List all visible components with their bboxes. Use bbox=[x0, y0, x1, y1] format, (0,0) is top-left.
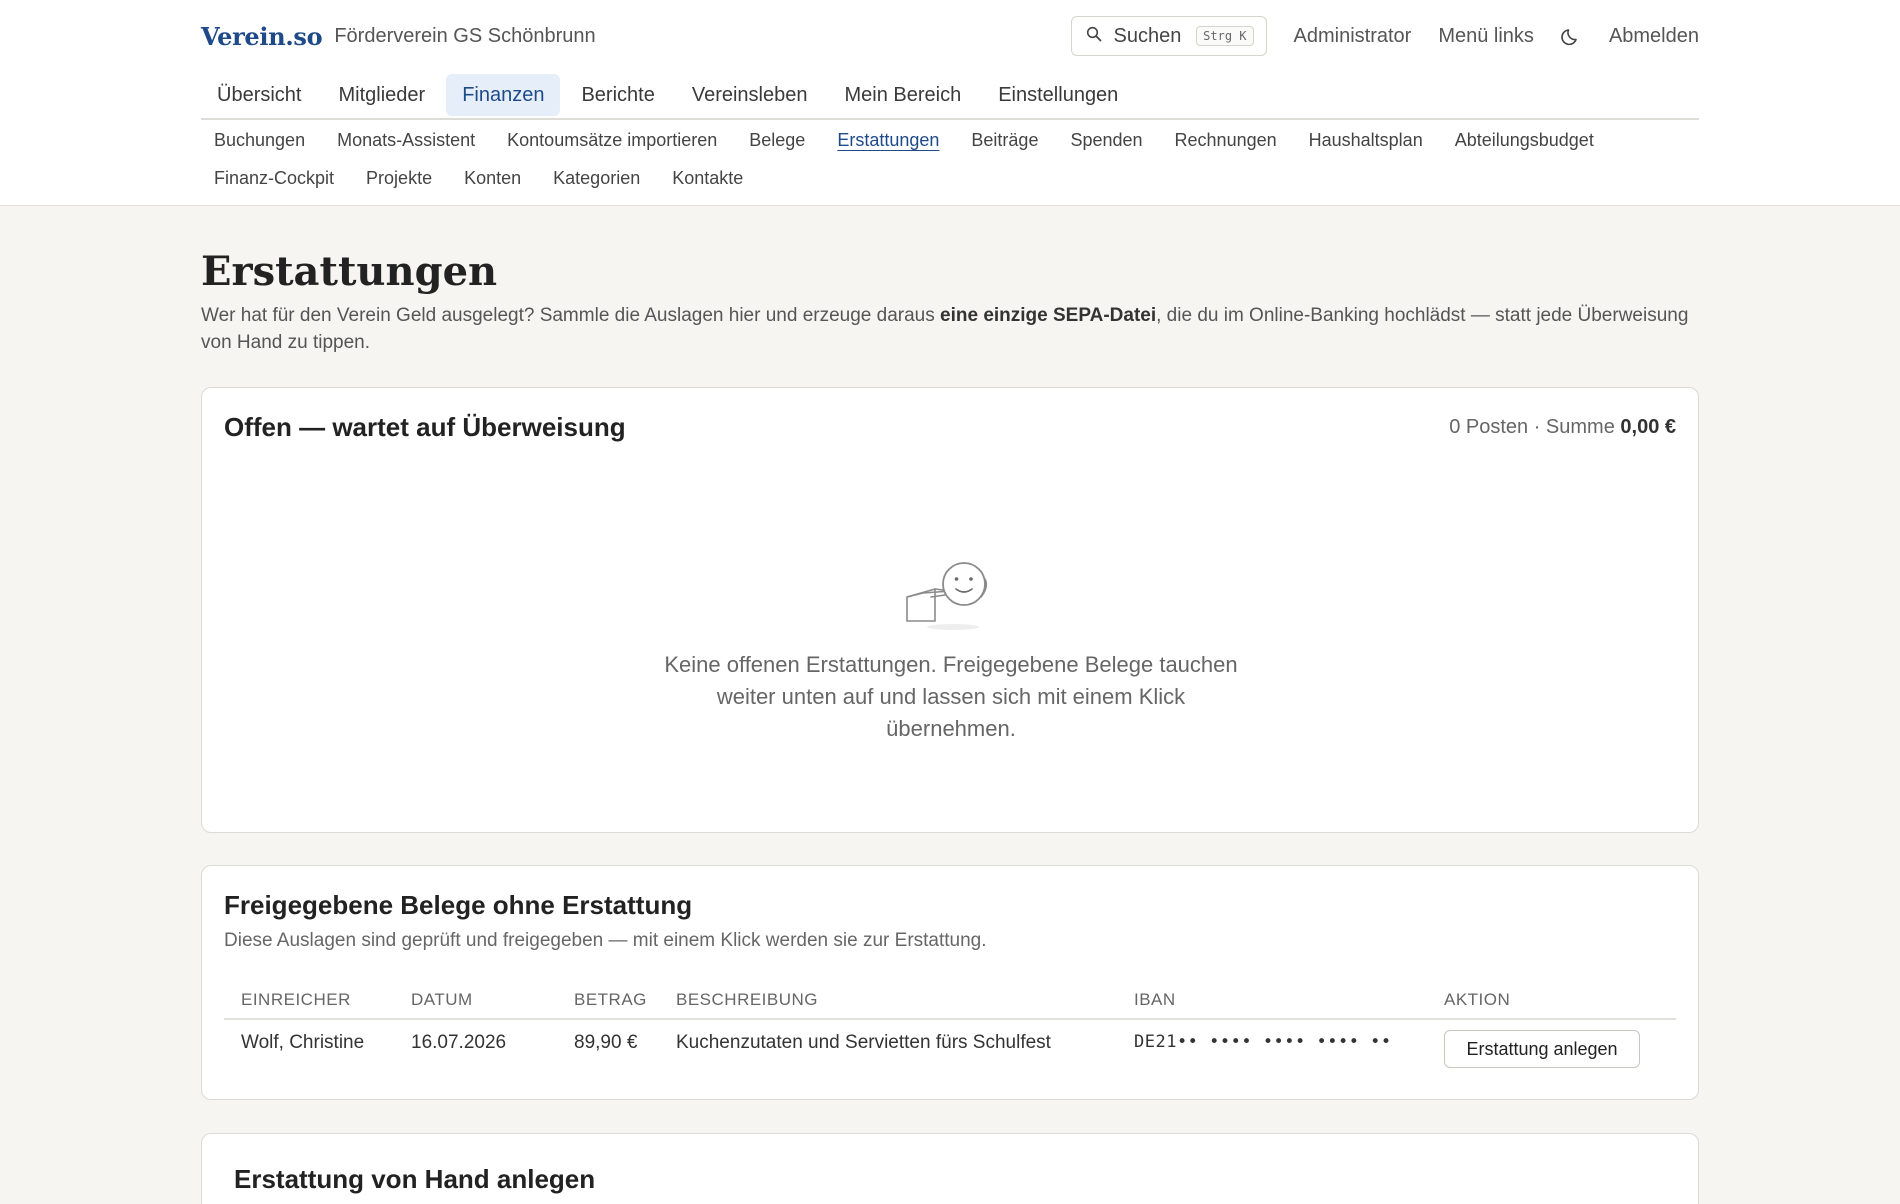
open-reimbursements-title: Offen — wartet auf Überweisung bbox=[224, 412, 626, 442]
subnav-monats-assistent[interactable]: Monats-Assistent bbox=[324, 128, 488, 152]
subnav-belege[interactable]: Belege bbox=[736, 128, 818, 152]
menu-position-toggle[interactable]: Menü links bbox=[1438, 25, 1534, 48]
tab-finanzen[interactable]: Finanzen bbox=[446, 74, 561, 116]
subnav-kategorien[interactable]: Kategorien bbox=[540, 166, 653, 190]
approved-receipts-table: EINREICHER DATUM BETRAG BESCHREIBUNG IBA… bbox=[224, 978, 1676, 1074]
page-title: Erstattungen bbox=[201, 248, 498, 295]
cell-submitter: Wolf, Christine bbox=[241, 1032, 365, 1053]
column-header-beschreibung: BESCHREIBUNG bbox=[676, 990, 819, 1009]
subnav-konten[interactable]: Konten bbox=[451, 166, 534, 190]
manual-reimbursement-card: Erstattung von Hand anlegen bbox=[201, 1133, 1699, 1204]
intro-text-start: Wer hat für den Verein Geld ausgelegt? S… bbox=[201, 305, 941, 326]
summary-count: 0 Posten · Summe bbox=[1449, 416, 1621, 438]
column-header-datum: DATUM bbox=[411, 990, 473, 1009]
top-bar: Verein.so Förderverein GS Schönbrunn Suc… bbox=[201, 14, 1699, 58]
open-reimbursements-summary: 0 Posten · Summe 0,00 € bbox=[1449, 416, 1676, 439]
app-header: Verein.so Förderverein GS Schönbrunn Suc… bbox=[0, 0, 1900, 206]
subnav-rechnungen[interactable]: Rechnungen bbox=[1162, 128, 1290, 152]
cell-iban: DE21•• •••• •••• •••• •• bbox=[1134, 1032, 1392, 1052]
app-logo[interactable]: Verein.so bbox=[201, 22, 323, 51]
logout-link[interactable]: Abmelden bbox=[1609, 25, 1699, 48]
search-shortcut: Strg K bbox=[1196, 26, 1254, 46]
subnav-kontakte[interactable]: Kontakte bbox=[659, 166, 756, 190]
subnav-beitraege[interactable]: Beiträge bbox=[958, 128, 1051, 152]
user-menu-link[interactable]: Administrator bbox=[1294, 25, 1412, 48]
subnav-haushaltsplan[interactable]: Haushaltsplan bbox=[1296, 128, 1436, 152]
table-header: EINREICHER DATUM BETRAG BESCHREIBUNG IBA… bbox=[224, 978, 1676, 1020]
subnav-kontoumsaetze-importieren[interactable]: Kontoumsätze importieren bbox=[494, 128, 730, 152]
cell-amount: 89,90 € bbox=[574, 1032, 638, 1053]
manual-reimbursement-title: Erstattung von Hand anlegen bbox=[234, 1164, 596, 1194]
column-header-iban: IBAN bbox=[1134, 990, 1176, 1009]
approved-receipts-title: Freigegebene Belege ohne Erstattung bbox=[224, 890, 693, 920]
main-navigation: Übersicht Mitglieder Finanzen Berichte V… bbox=[201, 72, 1699, 120]
subnav-finanz-cockpit[interactable]: Finanz-Cockpit bbox=[201, 166, 347, 190]
subnav-buchungen[interactable]: Buchungen bbox=[201, 128, 318, 152]
cell-description: Kuchenzutaten und Servietten fürs Schulf… bbox=[676, 1032, 1051, 1053]
tab-vereinsleben[interactable]: Vereinsleben bbox=[676, 74, 824, 116]
subnav-erstattungen[interactable]: Erstattungen bbox=[824, 128, 952, 152]
subnav-spenden[interactable]: Spenden bbox=[1057, 128, 1155, 152]
search-button[interactable]: Suchen Strg K bbox=[1070, 16, 1267, 56]
cell-date: 16.07.2026 bbox=[411, 1032, 507, 1053]
subnav-abteilungsbudget[interactable]: Abteilungsbudget bbox=[1442, 128, 1607, 152]
page-intro: Wer hat für den Verein Geld ausgelegt? S… bbox=[201, 302, 1701, 356]
top-bar-actions: Suchen Strg K Administrator Menü links A… bbox=[1070, 16, 1699, 56]
tab-uebersicht[interactable]: Übersicht bbox=[201, 74, 317, 116]
tab-einstellungen[interactable]: Einstellungen bbox=[982, 74, 1134, 116]
open-reimbursements-card: Offen — wartet auf Überweisung 0 Posten … bbox=[201, 387, 1699, 833]
summary-sum: 0,00 € bbox=[1620, 416, 1676, 438]
table-row: Wolf, Christine 16.07.2026 89,90 € Kuche… bbox=[224, 1020, 1676, 1074]
intro-text-highlight: eine einzige SEPA-Datei bbox=[940, 305, 1157, 326]
moon-icon[interactable] bbox=[1560, 25, 1582, 47]
empty-state-illustration bbox=[901, 557, 1001, 633]
approved-receipts-card: Freigegebene Belege ohne Erstattung Dies… bbox=[201, 865, 1699, 1100]
organization-name: Förderverein GS Schönbrunn bbox=[334, 24, 596, 47]
search-label: Suchen bbox=[1113, 24, 1182, 47]
create-reimbursement-button[interactable]: Erstattung anlegen bbox=[1444, 1030, 1640, 1068]
subnav-projekte[interactable]: Projekte bbox=[353, 166, 445, 190]
tab-mein-bereich[interactable]: Mein Bereich bbox=[829, 74, 978, 116]
column-header-einreicher: EINREICHER bbox=[241, 990, 351, 1009]
column-header-betrag: BETRAG bbox=[574, 990, 647, 1009]
search-icon bbox=[1086, 26, 1102, 47]
column-header-aktion: AKTION bbox=[1444, 990, 1511, 1009]
tab-mitglieder[interactable]: Mitglieder bbox=[322, 74, 441, 116]
empty-state-message: Keine offenen Erstattungen. Freigegebene… bbox=[664, 652, 1238, 741]
finance-sub-navigation: Buchungen Monats-Assistent Kontoumsätze … bbox=[201, 128, 1699, 190]
approved-receipts-subtitle: Diese Auslagen sind geprüft und freigege… bbox=[224, 930, 987, 951]
tab-berichte[interactable]: Berichte bbox=[565, 74, 670, 116]
